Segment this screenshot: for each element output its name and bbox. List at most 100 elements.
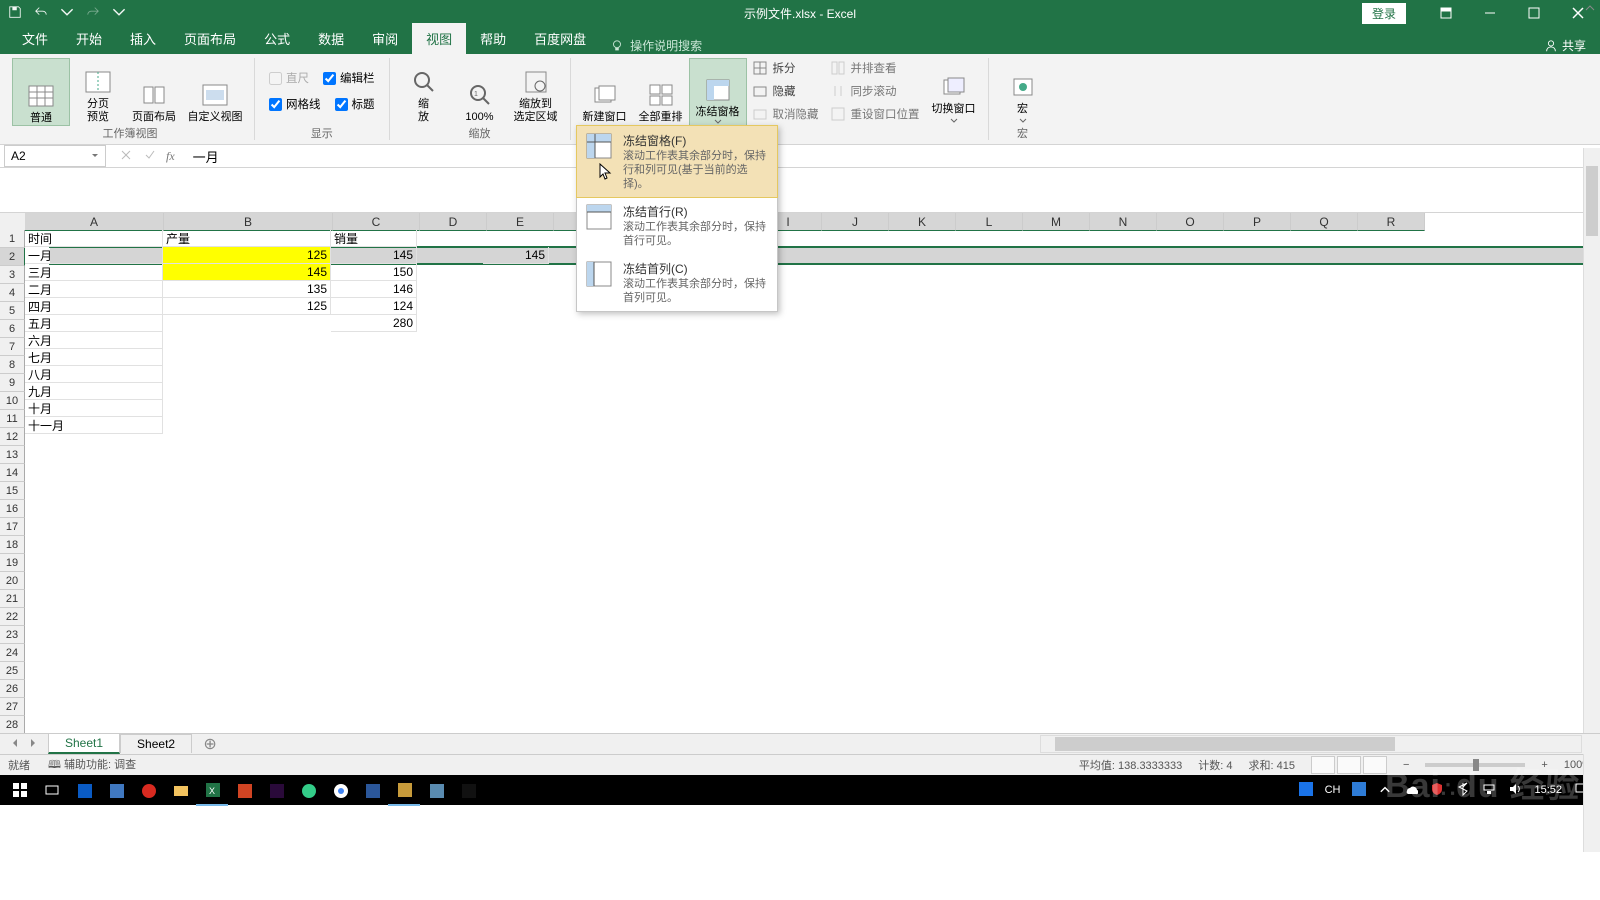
formula-bar[interactable]: 一月 [185, 147, 1600, 166]
col-header-J[interactable]: J [822, 213, 889, 231]
row-header-12[interactable]: 12 [0, 428, 25, 446]
cell-C6[interactable]: 280 [331, 315, 417, 332]
row-header-9[interactable]: 9 [0, 374, 25, 392]
row-header-2[interactable]: 2 [0, 248, 25, 266]
chk-gridlines[interactable]: 网格线 [269, 94, 321, 114]
cell-A11[interactable]: 十月 [25, 400, 163, 417]
cell-A8[interactable]: 七月 [25, 349, 163, 366]
view-pagebreak[interactable]: 分页 预览 [70, 58, 126, 124]
row-header-4[interactable]: 4 [0, 284, 25, 302]
zoom-button[interactable]: 缩 放 [396, 58, 452, 124]
qat-more-icon[interactable] [112, 5, 126, 22]
row-header-5[interactable]: 5 [0, 302, 25, 320]
name-box[interactable]: A2 [4, 145, 106, 167]
cell-C3[interactable]: 150 [331, 264, 417, 281]
tray-chevron-icon[interactable] [1378, 782, 1392, 799]
taskbar-app-2[interactable] [100, 775, 132, 805]
cell-A10[interactable]: 九月 [25, 383, 163, 400]
col-header-P[interactable]: P [1224, 213, 1291, 231]
freeze-panes[interactable]: 冻结窗格 [689, 58, 747, 126]
maximize-button[interactable] [1512, 0, 1556, 26]
add-sheet-button[interactable]: ⊕ [200, 734, 220, 754]
cell-B1[interactable]: 产量 [163, 230, 331, 247]
row-header-24[interactable]: 24 [0, 644, 25, 662]
zoom-100[interactable]: 1100% [452, 58, 508, 124]
row-header-15[interactable]: 15 [0, 482, 25, 500]
cell-B5[interactable]: 125 [163, 298, 331, 315]
login-button[interactable]: 登录 [1362, 3, 1406, 24]
chk-formulabar[interactable]: 编辑栏 [323, 68, 375, 88]
status-accessibility[interactable]: 🕮 辅助功能: 调查 [48, 756, 136, 775]
cell-C2[interactable]: 145 [331, 247, 417, 264]
freeze-first-col-item[interactable]: 冻结首列(C)滚动工作表其余部分时，保持 首列可见。 [577, 254, 777, 311]
row-header-11[interactable]: 11 [0, 410, 25, 428]
tab-layout[interactable]: 页面布局 [170, 23, 250, 54]
sheet-tab-1[interactable]: Sheet1 [48, 733, 120, 754]
tray-bluetooth-icon[interactable] [1456, 782, 1470, 799]
taskbar-app-13[interactable] [452, 775, 484, 805]
switch-windows[interactable]: 切换窗口 [926, 58, 982, 124]
row-header-18[interactable]: 18 [0, 536, 25, 554]
row-header-8[interactable]: 8 [0, 356, 25, 374]
hide-window[interactable]: 隐藏 [753, 81, 819, 101]
tray-onedrive-icon[interactable] [1404, 782, 1418, 799]
freeze-top-row-item[interactable]: 冻结首行(R)滚动工作表其余部分时，保持 首行可见。 [577, 197, 777, 254]
save-icon[interactable] [8, 5, 22, 22]
taskbar-excel[interactable]: X [196, 774, 228, 806]
new-window[interactable]: 新建窗口 [577, 58, 633, 124]
ribbon-display-options[interactable] [1424, 0, 1468, 26]
taskbar-app-12[interactable] [420, 775, 452, 805]
taskbar-premiere[interactable] [260, 775, 292, 805]
tab-data[interactable]: 数据 [304, 23, 358, 54]
view-normal[interactable]: 普通 [12, 58, 70, 126]
row-header-13[interactable]: 13 [0, 446, 25, 464]
chevron-down-icon[interactable] [91, 152, 99, 160]
row-header-16[interactable]: 16 [0, 500, 25, 518]
cell-C1[interactable]: 销量 [331, 230, 417, 247]
taskbar-explorer[interactable] [164, 775, 196, 805]
start-button[interactable] [4, 775, 36, 805]
tab-formulas[interactable]: 公式 [250, 23, 304, 54]
minimize-button[interactable] [1468, 0, 1512, 26]
sheet-tab-2[interactable]: Sheet2 [120, 734, 192, 753]
tray-network-icon[interactable] [1482, 782, 1496, 799]
col-header-B[interactable]: B [164, 213, 333, 231]
accept-formula-icon[interactable] [144, 149, 156, 164]
tray-clock[interactable]: 15:52 [1534, 784, 1562, 796]
col-header-M[interactable]: M [1023, 213, 1090, 231]
tab-review[interactable]: 审阅 [358, 23, 412, 54]
tray-volume-icon[interactable] [1508, 782, 1522, 799]
spreadsheet-grid[interactable]: ABCDEFGHIJKLMNOPQR 123456789101112131415… [0, 213, 1600, 733]
ime-indicator[interactable]: CH [1325, 784, 1341, 796]
tab-home[interactable]: 开始 [62, 23, 116, 54]
col-header-A[interactable]: A [25, 213, 164, 231]
col-header-C[interactable]: C [333, 213, 420, 231]
row-header-1[interactable]: 1 [0, 230, 25, 248]
tray-du-icon[interactable] [1352, 782, 1366, 799]
taskbar-app-1[interactable] [68, 775, 100, 805]
tab-view[interactable]: 视图 [412, 23, 466, 54]
redo-icon[interactable] [86, 5, 100, 22]
row-header-10[interactable]: 10 [0, 392, 25, 410]
col-header-E[interactable]: E [487, 213, 554, 231]
taskbar-powerpoint[interactable] [228, 775, 260, 805]
zoom-out-icon[interactable]: − [1403, 759, 1409, 771]
cell-A12[interactable]: 十一月 [25, 417, 163, 434]
row-header-23[interactable]: 23 [0, 626, 25, 644]
col-header-N[interactable]: N [1090, 213, 1157, 231]
row-header-28[interactable]: 28 [0, 716, 25, 734]
cell-B2[interactable]: 125 [163, 247, 331, 264]
cancel-formula-icon[interactable] [120, 149, 132, 164]
fx-icon[interactable]: fx [166, 149, 175, 164]
cell-E2[interactable]: 145 [483, 247, 549, 264]
freeze-panes-item[interactable]: 冻结窗格(F)滚动工作表其余部分时，保持 行和列可见(基于当前的选择)。 [576, 125, 778, 198]
cell-A5[interactable]: 四月 [25, 298, 163, 315]
cell-A6[interactable]: 五月 [25, 315, 163, 332]
row-header-14[interactable]: 14 [0, 464, 25, 482]
view-custom[interactable]: 自定义视图 [182, 58, 248, 124]
share-button[interactable]: 共享 [1544, 37, 1586, 54]
row-header-26[interactable]: 26 [0, 680, 25, 698]
col-header-K[interactable]: K [889, 213, 956, 231]
col-header-Q[interactable]: Q [1291, 213, 1358, 231]
chk-ruler[interactable]: 直尺 [269, 68, 309, 88]
